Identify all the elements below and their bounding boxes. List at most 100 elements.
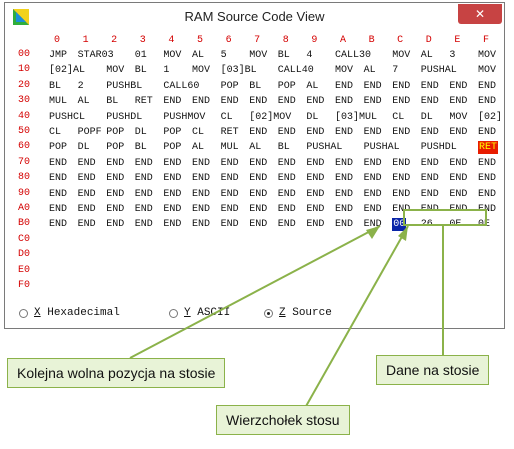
radio-source-dot[interactable] <box>264 308 273 318</box>
memory-cell-90-3[interactable]: END <box>135 188 153 201</box>
memory-cell-10-8[interactable]: CALL40 <box>278 64 314 77</box>
memory-cell-40-F[interactable]: [02] <box>478 111 502 124</box>
memory-cell-50-A[interactable]: END <box>335 126 353 139</box>
memory-cell-60-8[interactable]: BL <box>278 141 290 154</box>
memory-cell-20-B[interactable]: END <box>364 80 382 93</box>
memory-cell-10-C[interactable]: 7 <box>392 64 398 77</box>
close-button[interactable]: ✕ <box>458 4 502 24</box>
memory-cell-70-4[interactable]: END <box>163 157 181 170</box>
memory-cell-B0-5[interactable]: END <box>192 218 210 231</box>
memory-cell-10-D[interactable]: PUSHAL <box>421 64 457 77</box>
memory-cell-90-0[interactable]: END <box>49 188 67 201</box>
memory-cell-50-8[interactable]: END <box>278 126 296 139</box>
memory-cell-30-8[interactable]: END <box>278 95 296 108</box>
memory-cell-A0-5[interactable]: END <box>192 203 210 216</box>
memory-cell-50-6[interactable]: RET <box>221 126 239 139</box>
radio-source[interactable]: Z Source <box>264 307 332 319</box>
memory-cell-10-2[interactable]: MOV <box>106 64 124 77</box>
memory-cell-80-5[interactable]: END <box>192 172 210 185</box>
memory-cell-60-6[interactable]: MUL <box>221 141 239 154</box>
memory-cell-30-3[interactable]: RET <box>135 95 153 108</box>
memory-cell-50-5[interactable]: CL <box>192 126 204 139</box>
memory-cell-90-2[interactable]: END <box>106 188 124 201</box>
memory-cell-20-1[interactable]: 2 <box>78 80 84 93</box>
memory-cell-20-2[interactable]: PUSHBL <box>106 80 142 93</box>
memory-cell-B0-2[interactable]: END <box>106 218 124 231</box>
memory-cell-30-9[interactable]: END <box>306 95 324 108</box>
memory-cell-A0-A[interactable]: END <box>335 203 353 216</box>
memory-cell-40-A[interactable]: [03]MUL <box>335 111 377 124</box>
memory-cell-00-6[interactable]: 5 <box>221 49 227 62</box>
memory-cell-30-1[interactable]: AL <box>78 95 90 108</box>
memory-cell-30-2[interactable]: BL <box>106 95 118 108</box>
memory-cell-A0-2[interactable]: END <box>106 203 124 216</box>
memory-cell-B0-0[interactable]: END <box>49 218 67 231</box>
memory-cell-80-4[interactable]: END <box>163 172 181 185</box>
memory-cell-10-F[interactable]: MOV <box>478 64 496 77</box>
memory-cell-50-F[interactable]: END <box>478 126 496 139</box>
memory-cell-B0-9[interactable]: END <box>306 218 324 231</box>
memory-cell-70-E[interactable]: END <box>449 157 467 170</box>
memory-cell-B0-1[interactable]: END <box>78 218 96 231</box>
memory-cell-80-E[interactable]: END <box>449 172 467 185</box>
memory-cell-80-D[interactable]: END <box>421 172 439 185</box>
memory-cell-30-4[interactable]: END <box>163 95 181 108</box>
memory-cell-30-F[interactable]: END <box>478 95 496 108</box>
memory-cell-20-6[interactable]: POP <box>221 80 239 93</box>
memory-cell-80-7[interactable]: END <box>249 172 267 185</box>
memory-cell-60-7[interactable]: AL <box>249 141 261 154</box>
memory-cell-40-D[interactable]: DL <box>421 111 433 124</box>
memory-cell-90-8[interactable]: END <box>278 188 296 201</box>
memory-cell-00-9[interactable]: 4 <box>306 49 312 62</box>
memory-cell-20-0[interactable]: BL <box>49 80 61 93</box>
memory-cell-20-7[interactable]: BL <box>249 80 261 93</box>
memory-cell-40-C[interactable]: CL <box>392 111 404 124</box>
memory-cell-A0-4[interactable]: END <box>163 203 181 216</box>
title-bar[interactable]: RAM Source Code View ✕ <box>5 3 504 31</box>
memory-cell-80-F[interactable]: END <box>478 172 496 185</box>
memory-cell-A0-7[interactable]: END <box>249 203 267 216</box>
memory-cell-90-E[interactable]: END <box>449 188 467 201</box>
memory-cell-10-6[interactable]: [03]BL <box>221 64 257 77</box>
memory-cell-10-B[interactable]: AL <box>364 64 376 77</box>
memory-cell-90-F[interactable]: END <box>478 188 496 201</box>
memory-cell-A0-3[interactable]: END <box>135 203 153 216</box>
memory-cell-60-9[interactable]: PUSHAL <box>306 141 342 154</box>
memory-cell-50-7[interactable]: END <box>249 126 267 139</box>
memory-cell-00-5[interactable]: AL <box>192 49 204 62</box>
memory-cell-A0-1[interactable]: END <box>78 203 96 216</box>
memory-cell-60-B[interactable]: PUSHAL <box>364 141 400 154</box>
memory-cell-70-0[interactable]: END <box>49 157 67 170</box>
memory-cell-50-C[interactable]: END <box>392 126 410 139</box>
memory-cell-70-1[interactable]: END <box>78 157 96 170</box>
memory-cell-60-0[interactable]: POP <box>49 141 67 154</box>
memory-cell-B0-6[interactable]: END <box>221 218 239 231</box>
memory-cell-50-D[interactable]: END <box>421 126 439 139</box>
memory-cell-00-3[interactable]: 01 <box>135 49 147 62</box>
memory-cell-90-6[interactable]: END <box>221 188 239 201</box>
memory-cell-40-4[interactable]: PUSHMOV <box>163 111 205 124</box>
memory-cell-30-6[interactable]: END <box>221 95 239 108</box>
memory-cell-00-A[interactable]: CALL30 <box>335 49 371 62</box>
memory-cell-00-7[interactable]: MOV <box>249 49 267 62</box>
memory-cell-80-8[interactable]: END <box>278 172 296 185</box>
memory-cell-10-0[interactable]: [02]AL <box>49 64 85 77</box>
memory-cell-00-0[interactable]: JMP <box>49 49 67 62</box>
memory-cell-30-C[interactable]: END <box>392 95 410 108</box>
memory-cell-30-D[interactable]: END <box>421 95 439 108</box>
memory-cell-20-F[interactable]: END <box>478 80 496 93</box>
memory-cell-50-3[interactable]: DL <box>135 126 147 139</box>
memory-cell-70-C[interactable]: END <box>392 157 410 170</box>
memory-cell-00-4[interactable]: MOV <box>163 49 181 62</box>
memory-cell-90-7[interactable]: END <box>249 188 267 201</box>
memory-cell-00-D[interactable]: AL <box>421 49 433 62</box>
memory-cell-20-4[interactable]: CALL60 <box>163 80 199 93</box>
radio-ascii[interactable]: Y ASCII <box>169 307 230 319</box>
memory-cell-90-4[interactable]: END <box>163 188 181 201</box>
memory-cell-80-3[interactable]: END <box>135 172 153 185</box>
memory-cell-30-A[interactable]: END <box>335 95 353 108</box>
memory-cell-A0-6[interactable]: END <box>221 203 239 216</box>
memory-cell-40-E[interactable]: MOV <box>449 111 467 124</box>
memory-cell-80-C[interactable]: END <box>392 172 410 185</box>
memory-cell-70-B[interactable]: END <box>364 157 382 170</box>
